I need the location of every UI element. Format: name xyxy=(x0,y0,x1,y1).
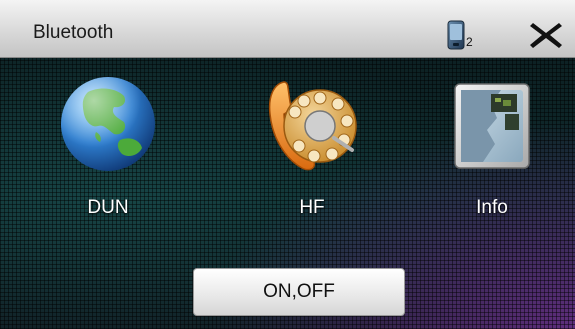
app-label-info: Info xyxy=(476,197,508,218)
page-title: Bluetooth xyxy=(33,22,114,43)
rotary-phone-icon xyxy=(268,81,357,171)
phone-count: 2 xyxy=(466,35,473,49)
connected-phone-indicator: 2 xyxy=(447,20,479,50)
globe-icon xyxy=(61,77,155,171)
app-hf[interactable]: HF xyxy=(252,74,372,224)
bluetooth-screen: Bluetooth 2 DUN HF Info ON,OFF xyxy=(0,0,575,329)
on-off-button[interactable]: ON,OFF xyxy=(193,268,405,316)
app-info[interactable]: Info xyxy=(432,74,552,224)
phone-icon xyxy=(447,20,465,50)
app-dun[interactable]: DUN xyxy=(48,74,168,224)
close-icon xyxy=(530,23,562,48)
app-label-hf: HF xyxy=(299,197,325,218)
app-label-dun: DUN xyxy=(87,197,129,218)
title-bar: Bluetooth 2 xyxy=(0,0,575,58)
info-icon xyxy=(454,83,530,169)
close-button[interactable] xyxy=(526,18,566,52)
